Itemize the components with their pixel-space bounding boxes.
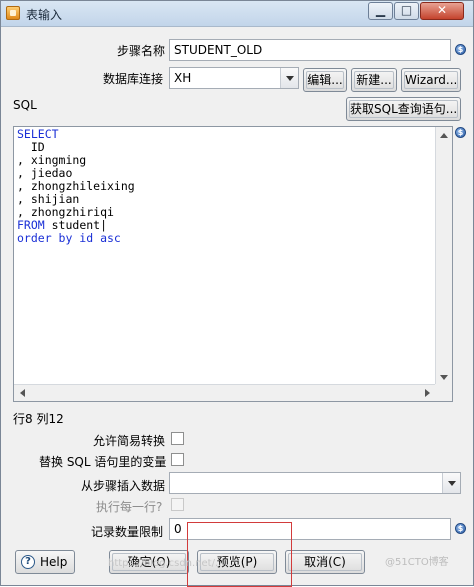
step-name-field[interactable]: STUDENT_OLD — [169, 39, 451, 61]
db-connection-label: 数据库连接 — [103, 72, 164, 86]
vertical-scrollbar[interactable] — [435, 127, 452, 386]
scroll-up-icon[interactable] — [440, 133, 448, 138]
db-connection-select[interactable]: XH — [169, 67, 299, 89]
sql-line: order by id asc — [17, 231, 121, 245]
minimize-button[interactable]: ▁ — [368, 2, 393, 20]
help-icon: ? — [21, 555, 35, 569]
chevron-down-icon[interactable] — [280, 68, 298, 88]
insert-from-step-select[interactable] — [169, 472, 461, 494]
chevron-down-icon[interactable] — [442, 473, 460, 493]
highlight-annotation-box — [187, 522, 292, 587]
sql-variable-icon: $ — [455, 127, 466, 138]
watermark-left: https://blog.csdn.net/... — [108, 558, 225, 569]
db-connection-value: XH — [174, 71, 192, 85]
wizard-button[interactable]: Wizard... — [401, 68, 461, 92]
variable-icon: $ — [455, 44, 466, 55]
insert-from-step-label: 从步骤插入数据 — [81, 479, 166, 493]
close-button[interactable]: ✕ — [420, 2, 464, 20]
edit-connection-label: 编辑... — [306, 71, 344, 89]
lazy-conversion-label: 允许简易转换 — [93, 434, 166, 448]
cancel-button[interactable]: 取消(C) — [285, 550, 365, 574]
sql-text: student| — [44, 218, 108, 232]
scroll-left-icon[interactable] — [20, 389, 25, 397]
get-sql-label: 获取SQL查询语句... — [349, 100, 458, 118]
new-connection-label: 新建... — [354, 71, 394, 89]
scroll-down-icon[interactable] — [440, 375, 448, 380]
limit-variable-icon: $ — [455, 523, 466, 534]
horizontal-scrollbar[interactable] — [14, 384, 436, 401]
sql-code[interactable]: SELECT ID, xingming, jiedao, zhongzhilei… — [17, 128, 135, 245]
table-input-dialog: 表输入 ▁ □ ✕ 步骤名称 STUDENT_OLD $ 数据库连接 XH 编辑… — [0, 0, 474, 587]
sql-label: SQL — [13, 98, 37, 112]
scroll-right-icon[interactable] — [425, 389, 430, 397]
window-title: 表输入 — [26, 8, 63, 22]
title-bar: 表输入 ▁ □ ✕ — [1, 1, 473, 27]
replace-vars-label: 替换 SQL 语句里的变量 — [39, 455, 167, 469]
cursor-position: 行8 列12 — [13, 412, 64, 426]
get-sql-button[interactable]: 获取SQL查询语句... — [346, 97, 461, 121]
cancel-label: 取消(C) — [288, 553, 362, 571]
new-connection-button[interactable]: 新建... — [351, 68, 397, 92]
sql-keyword: FROM — [17, 218, 45, 232]
edit-connection-button[interactable]: 编辑... — [303, 68, 347, 92]
wizard-label: Wizard... — [404, 71, 458, 89]
watermark-right: @51CTO博客 — [385, 557, 449, 568]
execute-each-row-checkbox[interactable] — [171, 498, 184, 511]
lazy-conversion-checkbox[interactable] — [171, 432, 184, 445]
help-label: Help — [40, 555, 68, 569]
execute-each-row-label: 执行每一行? — [96, 500, 163, 514]
limit-label: 记录数量限制 — [91, 525, 164, 539]
step-name-label: 步骤名称 — [117, 44, 166, 58]
maximize-button[interactable]: □ — [394, 2, 419, 20]
table-input-app-icon — [6, 6, 20, 20]
scroll-corner — [435, 384, 452, 401]
replace-vars-checkbox[interactable] — [171, 453, 184, 466]
help-button[interactable]: ? Help — [15, 550, 75, 574]
sql-editor[interactable]: SELECT ID, xingming, jiedao, zhongzhilei… — [13, 126, 453, 402]
